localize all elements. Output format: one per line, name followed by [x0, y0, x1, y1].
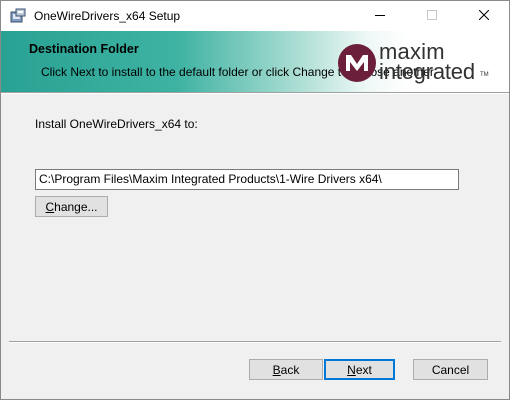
back-label-rest: ack: [280, 362, 300, 377]
next-label-rest: ext: [355, 362, 372, 377]
footer-divider: [9, 341, 501, 343]
next-button[interactable]: Next: [324, 359, 395, 380]
cancel-button[interactable]: Cancel: [413, 359, 488, 380]
change-button[interactable]: Change...: [35, 196, 108, 217]
close-button[interactable]: [461, 1, 507, 31]
maximize-button[interactable]: [409, 1, 455, 31]
setup-window: OneWireDrivers_x64 Setup Destination Fol…: [0, 0, 510, 400]
header-banner: Destination Folder Click Next to install…: [1, 31, 509, 92]
installer-app-icon: [10, 8, 26, 24]
logo-word-integrated: integrated: [379, 59, 475, 84]
logo-trademark: TM: [480, 72, 489, 78]
maxim-integrated-logo: maxim integrated TM: [337, 39, 497, 87]
back-mnemonic: B: [272, 362, 281, 377]
maxim-logo-mark-icon: [338, 44, 376, 82]
banner-heading: Destination Folder: [29, 42, 139, 56]
back-button[interactable]: Back: [249, 359, 323, 380]
install-path-field[interactable]: C:\Program Files\Maxim Integrated Produc…: [35, 169, 459, 190]
minimize-button[interactable]: [357, 1, 403, 31]
title-bar[interactable]: OneWireDrivers_x64 Setup: [1, 1, 509, 31]
minimize-icon: [375, 9, 385, 23]
change-label-rest: hange...: [54, 199, 98, 214]
window-title: OneWireDrivers_x64 Setup: [34, 9, 181, 23]
header-divider: [1, 92, 509, 94]
maximize-icon: [427, 9, 437, 23]
close-icon: [478, 9, 490, 23]
install-location-label: Install OneWireDrivers_x64 to:: [35, 117, 198, 131]
change-mnemonic: C: [45, 199, 55, 214]
next-mnemonic: N: [347, 362, 356, 377]
